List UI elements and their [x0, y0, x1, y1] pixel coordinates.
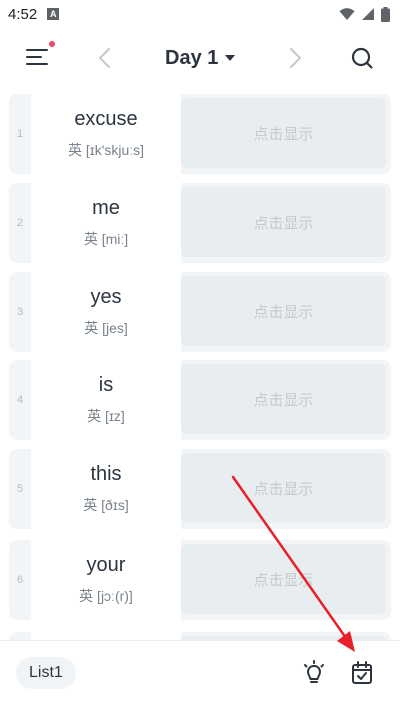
hint-button[interactable]: [302, 660, 326, 691]
word-card[interactable]: 2 me 英 [miː] 点击显示: [9, 183, 391, 263]
day-selector[interactable]: Day 1: [165, 46, 236, 70]
signal-icon: [362, 8, 374, 20]
chevron-right-icon: [290, 48, 301, 68]
word-phonetic: 英 [miː]: [83, 231, 129, 247]
word-index: 4: [16, 394, 24, 406]
lightbulb-icon: [304, 660, 324, 683]
header: Day 1: [0, 36, 400, 80]
prev-day-button[interactable]: [95, 46, 115, 75]
calendar-button[interactable]: [350, 660, 374, 691]
bottom-bar: List1: [0, 640, 400, 711]
reveal-meaning-button[interactable]: 点击显示: [181, 187, 386, 257]
notification-dot: [49, 41, 55, 47]
reveal-meaning-button[interactable]: 点击显示: [181, 544, 386, 614]
reveal-meaning-button[interactable]: 点击显示: [181, 453, 386, 523]
word-card[interactable]: 5 this 英 [ðɪs] 点击显示: [9, 449, 391, 529]
word-phonetic: 英 [ɪz]: [87, 408, 125, 424]
word-info: is 英 [ɪz]: [31, 360, 181, 440]
a-badge-icon: A: [47, 8, 60, 20]
battery-icon: [381, 6, 390, 22]
word-phonetic: 英 [jɔː(r)]: [79, 588, 133, 604]
word-phonetic: 英 [ðɪs]: [83, 497, 129, 513]
word-text: is: [98, 374, 114, 396]
caret-down-icon: [225, 55, 236, 61]
word-index: 1: [16, 128, 24, 140]
search-button[interactable]: [350, 46, 374, 75]
status-time: 4:52: [8, 5, 38, 23]
reveal-meaning-button[interactable]: 点击显示: [181, 276, 386, 346]
next-day-button[interactable]: [285, 46, 305, 75]
word-info: this 英 [ðɪs]: [31, 449, 181, 529]
word-index: 5: [16, 483, 24, 495]
word-card[interactable]: 1 excuse 英 [ɪk'skjuːs] 点击显示: [9, 94, 391, 174]
word-text: your: [86, 554, 126, 576]
word-index: 3: [16, 306, 24, 318]
search-icon: [351, 47, 373, 69]
word-phonetic: 英 [ɪk'skjuːs]: [67, 142, 145, 158]
word-index: 6: [16, 574, 24, 586]
word-info: me 英 [miː]: [31, 183, 181, 263]
word-text: yes: [90, 286, 122, 308]
reveal-meaning-button[interactable]: 点击显示: [181, 364, 386, 434]
list-selector-button[interactable]: List1: [16, 657, 76, 689]
word-index: 2: [16, 217, 24, 229]
word-text: this: [90, 463, 122, 485]
word-text: excuse: [74, 108, 138, 130]
word-card[interactable]: 3 yes 英 [jes] 点击显示: [9, 272, 391, 352]
menu-button[interactable]: [26, 41, 55, 70]
reveal-meaning-button[interactable]: 点击显示: [181, 98, 386, 168]
menu-icon: [26, 49, 48, 65]
word-text: me: [92, 197, 120, 219]
word-info: excuse 英 [ɪk'skjuːs]: [31, 94, 181, 174]
wifi-icon: [339, 8, 355, 20]
page-title: Day 1: [165, 46, 219, 69]
word-phonetic: 英 [jes]: [84, 320, 128, 336]
word-card[interactable]: 6 your 英 [jɔː(r)] 点击显示: [9, 540, 391, 620]
status-bar: 4:52 A: [0, 0, 400, 28]
word-card[interactable]: 4 is 英 [ɪz] 点击显示: [9, 360, 391, 440]
chevron-left-icon: [99, 48, 110, 68]
word-info: yes 英 [jes]: [31, 272, 181, 352]
calendar-check-icon: [352, 661, 372, 684]
word-info: your 英 [jɔː(r)]: [31, 540, 181, 620]
